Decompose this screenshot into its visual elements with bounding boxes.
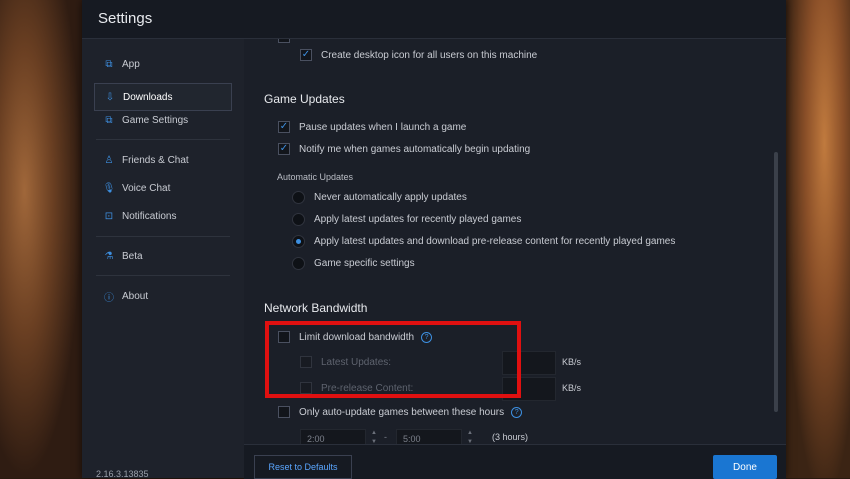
end-time-stepper[interactable]: ▲ ▼ bbox=[464, 429, 476, 444]
background-left bbox=[0, 0, 82, 478]
sidebar-item-app[interactable]: ⧉ App bbox=[94, 51, 230, 77]
sidebar-item-label: Notifications bbox=[122, 210, 177, 222]
end-time-input[interactable]: 5:00 bbox=[396, 429, 462, 444]
pause-updates-checkbox[interactable]: ✓ bbox=[278, 121, 290, 133]
sidebar-item-label: App bbox=[122, 58, 140, 70]
auto-update-hours-checkbox[interactable] bbox=[278, 406, 290, 418]
radio-label: Game specific settings bbox=[314, 258, 415, 269]
help-icon[interactable]: ? bbox=[421, 331, 433, 343]
desktop-icon-checkbox[interactable]: ✓ bbox=[300, 49, 312, 61]
latest-updates-checkbox[interactable] bbox=[300, 356, 312, 368]
sidebar-item-label: Downloads bbox=[123, 91, 173, 103]
help-icon[interactable]: ? bbox=[511, 406, 523, 418]
reset-defaults-button[interactable]: Reset to Defaults bbox=[254, 455, 352, 479]
limit-bandwidth-checkbox[interactable] bbox=[278, 331, 290, 343]
sidebar-item-game-settings[interactable]: ⧉ Game Settings bbox=[94, 107, 230, 133]
start-time-stepper[interactable]: ▲ ▼ bbox=[368, 429, 380, 444]
notify-updates-option[interactable]: ✓ Notify me when games automatically beg… bbox=[278, 143, 530, 155]
sidebar-item-label: About bbox=[122, 290, 149, 302]
sidebar-item-label: Game Settings bbox=[122, 114, 189, 126]
settings-window: Settings ⧉ App ⇩ Downloads ⧉ Game Settin… bbox=[82, 0, 786, 479]
divider bbox=[96, 139, 230, 140]
automatic-updates-heading: Automatic Updates bbox=[277, 172, 354, 182]
info-icon: ⓘ bbox=[104, 292, 114, 304]
radio-label: Never automatically apply updates bbox=[314, 192, 467, 203]
sidebar-item-voice-chat[interactable]: 🎙 Voice Chat bbox=[94, 175, 230, 201]
kbs-unit: KB/s bbox=[562, 357, 582, 367]
radio-never-apply[interactable]: Never automatically apply updates bbox=[292, 191, 467, 204]
latest-updates-label: Latest Updates: bbox=[321, 356, 392, 368]
footer-bar: Reset to Defaults Done bbox=[244, 444, 786, 479]
divider bbox=[96, 275, 230, 276]
option-label: Limit download bandwidth bbox=[299, 331, 415, 343]
radio-prerelease[interactable]: Apply latest updates and download pre-re… bbox=[292, 235, 675, 248]
radio-button[interactable] bbox=[292, 213, 305, 226]
radio-label: Apply latest updates and download pre-re… bbox=[314, 236, 676, 247]
checkbox[interactable] bbox=[278, 39, 290, 43]
option-label: Only auto-update games between these hou… bbox=[299, 406, 505, 418]
scrollbar[interactable] bbox=[774, 152, 778, 412]
sidebar-item-beta[interactable]: ⚗ Beta bbox=[94, 243, 230, 269]
microphone-icon: 🎙 bbox=[102, 182, 116, 194]
notify-updates-checkbox[interactable]: ✓ bbox=[278, 143, 290, 155]
game-updates-heading: Game Updates bbox=[264, 92, 345, 106]
divider bbox=[96, 236, 230, 237]
sidebar: ⧉ App ⇩ Downloads ⧉ Game Settings ♙ Frie… bbox=[82, 39, 244, 479]
sidebar-item-notifications[interactable]: ⊡ Notifications bbox=[94, 203, 230, 229]
option-label: Notify me when games automatically begin… bbox=[299, 143, 531, 155]
start-time-input[interactable]: 2:00 bbox=[300, 429, 366, 444]
radio-game-specific[interactable]: Game specific settings bbox=[292, 257, 415, 270]
radio-label: Apply latest updates for recently played… bbox=[314, 214, 522, 225]
time-separator: - bbox=[384, 432, 387, 442]
prerelease-label: Pre-release Content: bbox=[321, 382, 414, 394]
desktop-icon-option[interactable]: ✓ Create desktop icon for all users on t… bbox=[300, 49, 537, 61]
radio-button-selected[interactable] bbox=[292, 235, 305, 248]
latest-updates-row: Latest Updates: bbox=[300, 356, 391, 368]
option-label: Create desktop icon for all users on thi… bbox=[321, 49, 538, 61]
auto-update-hours-option[interactable]: Only auto-update games between these hou… bbox=[278, 406, 523, 418]
title-bar: Settings bbox=[82, 0, 786, 39]
latest-updates-input[interactable] bbox=[502, 351, 556, 375]
limit-bandwidth-option[interactable]: Limit download bandwidth ? bbox=[278, 331, 433, 343]
duration-label: (3 hours) bbox=[492, 432, 529, 442]
prerelease-checkbox[interactable] bbox=[300, 382, 312, 394]
download-icon: ⇩ bbox=[105, 91, 115, 103]
sidebar-item-label: Beta bbox=[122, 250, 143, 262]
prerelease-input[interactable] bbox=[502, 377, 556, 401]
radio-button[interactable] bbox=[292, 257, 305, 270]
window-title: Settings bbox=[98, 10, 153, 27]
app-icon: ⧉ bbox=[105, 58, 113, 70]
sidebar-item-about[interactable]: ⓘ About bbox=[94, 283, 230, 309]
friends-icon: ♙ bbox=[104, 154, 114, 166]
radio-recently-played[interactable]: Apply latest updates for recently played… bbox=[292, 213, 521, 226]
prerelease-row: Pre-release Content: bbox=[300, 382, 413, 394]
notifications-icon: ⊡ bbox=[104, 210, 114, 222]
option-label: Pause updates when I launch a game bbox=[299, 121, 467, 133]
game-settings-icon: ⧉ bbox=[105, 114, 113, 126]
hidden-option-row bbox=[278, 39, 299, 43]
done-button[interactable]: Done bbox=[713, 455, 777, 479]
kbs-unit: KB/s bbox=[562, 383, 582, 393]
settings-content: ✓ Create desktop icon for all users on t… bbox=[244, 39, 786, 444]
sidebar-item-label: Voice Chat bbox=[122, 182, 171, 194]
pause-updates-option[interactable]: ✓ Pause updates when I launch a game bbox=[278, 121, 466, 133]
sidebar-item-label: Friends & Chat bbox=[122, 154, 189, 166]
sidebar-item-friends-chat[interactable]: ♙ Friends & Chat bbox=[94, 147, 230, 173]
radio-button[interactable] bbox=[292, 191, 305, 204]
background-right bbox=[786, 0, 850, 478]
network-bandwidth-heading: Network Bandwidth bbox=[264, 301, 368, 315]
beta-icon: ⚗ bbox=[104, 250, 114, 262]
